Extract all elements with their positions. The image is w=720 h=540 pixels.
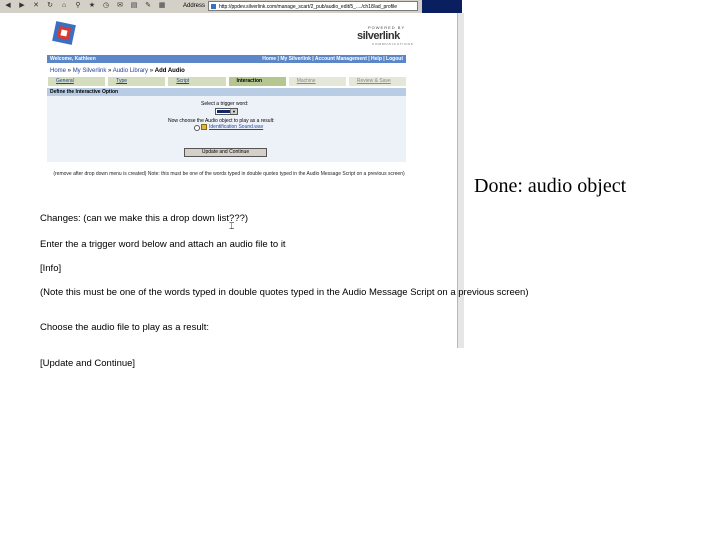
breadcrumb-my-silverlink[interactable]: My Silverlink [73,68,107,74]
step-general[interactable]: General [48,77,106,86]
stop-icon[interactable]: ✕ [32,2,40,10]
enter-trigger-text: Enter the a trigger word below and attac… [40,239,286,250]
print-icon[interactable]: ▤ [130,2,138,10]
top-nav-links[interactable]: Home | My Silverlink | Account Managemen… [262,55,403,63]
audio-file-link[interactable]: Identification Sound.wav [209,124,263,130]
history-icon[interactable]: ◷ [102,2,110,10]
mail-icon[interactable]: ✉ [116,2,124,10]
text-cursor-icon: ⌶ [229,221,235,231]
page-note: (remove after drop down menu is created)… [53,171,405,177]
step-review-save: Review & Save [348,77,407,86]
step-script[interactable]: Script [168,77,226,86]
breadcrumb-home[interactable]: Home [50,68,66,74]
browser-toolbar: ◀ ▶ ✕ ↻ ⌂ ⚲ ★ ◷ ✉ ▤ ✎ ▦ Address http://p… [0,0,462,14]
address-bar[interactable]: http://ppdev.silverlink.com/manage_scart… [208,1,418,11]
breadcrumb: Home » My Silverlink » Audio Library » A… [50,67,185,75]
breadcrumb-audio-library[interactable]: Audio Library [113,68,148,74]
chevron-down-icon[interactable]: ▼ [230,109,237,114]
choose-audio-text: Choose the audio file to play as a resul… [40,322,209,333]
welcome-text: Welcome, Kathleen [50,56,96,62]
update-continue-text: [Update and Continue] [40,358,136,369]
address-url: http://ppdev.silverlink.com/manage_scart… [219,4,398,10]
search-icon[interactable]: ⚲ [74,2,82,10]
breadcrumb-separator: » [148,68,155,74]
interactive-option-panel: Select a trigger word: ▼ Now choose the … [47,96,406,162]
refresh-icon[interactable]: ↻ [46,2,54,10]
note-text: (Note this must be one of the words type… [40,287,529,298]
step-machine: Machine [288,77,346,86]
home-icon[interactable]: ⌂ [60,2,68,10]
brand-tagline: COMMUNICATIONS [372,42,414,46]
info-text: [Info] [40,263,62,274]
trigger-word-select[interactable]: ▼ [215,108,238,115]
favorites-icon[interactable]: ★ [88,2,96,10]
audio-file-icon [201,124,207,130]
step-interaction: Interaction [228,77,286,86]
trigger-word-selected [217,110,230,113]
address-label: Address [183,3,206,9]
edit-icon[interactable]: ✎ [144,2,152,10]
page-icon [211,4,216,9]
top-nav-bar: Welcome, Kathleen Home | My Silverlink |… [47,55,406,63]
forward-icon[interactable]: ▶ [18,2,26,10]
audio-file-radio[interactable] [194,125,200,131]
step-type[interactable]: Type [108,77,166,86]
back-icon[interactable]: ◀ [4,2,12,10]
browser-throbber [422,0,462,13]
breadcrumb-separator: » [66,68,73,74]
update-and-continue-button[interactable]: Update and Continue [184,148,267,157]
slide-title: Done: audio object [474,175,627,197]
section-title: Define the Interactive Option [50,89,119,95]
brand-logo: silverlink [357,30,400,42]
trigger-word-label: Select a trigger word: [201,101,249,107]
logo-icon [52,21,76,45]
wizard-steps: General Type Script Interaction Machine … [48,77,407,86]
breadcrumb-current: Add Audio [154,68,185,74]
section-header: Define the Interactive Option [47,88,406,96]
discuss-icon[interactable]: ▦ [158,2,166,10]
changes-text: Changes: (can we make this a drop down l… [40,213,249,224]
